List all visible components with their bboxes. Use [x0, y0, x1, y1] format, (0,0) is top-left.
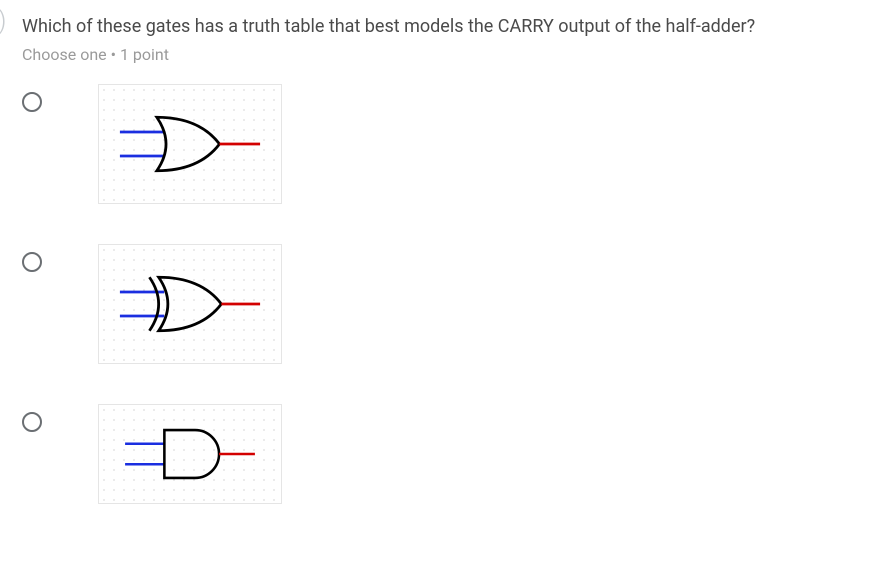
option-row	[22, 244, 866, 364]
option-row	[22, 84, 866, 204]
xor-gate-icon	[107, 253, 273, 355]
and-gate-icon	[107, 413, 273, 495]
gate-image-or	[98, 84, 282, 204]
or-gate-icon	[107, 93, 273, 195]
radio-option-1[interactable]	[22, 92, 42, 112]
question-number-paren: )	[0, 6, 6, 36]
gate-image-xor	[98, 244, 282, 364]
gate-image-and	[98, 404, 282, 504]
question-text: Which of these gates has a truth table t…	[22, 14, 866, 39]
radio-option-2[interactable]	[22, 252, 42, 272]
question-meta: Choose one • 1 point	[22, 45, 866, 64]
radio-option-3[interactable]	[22, 412, 42, 432]
option-row	[22, 404, 866, 504]
